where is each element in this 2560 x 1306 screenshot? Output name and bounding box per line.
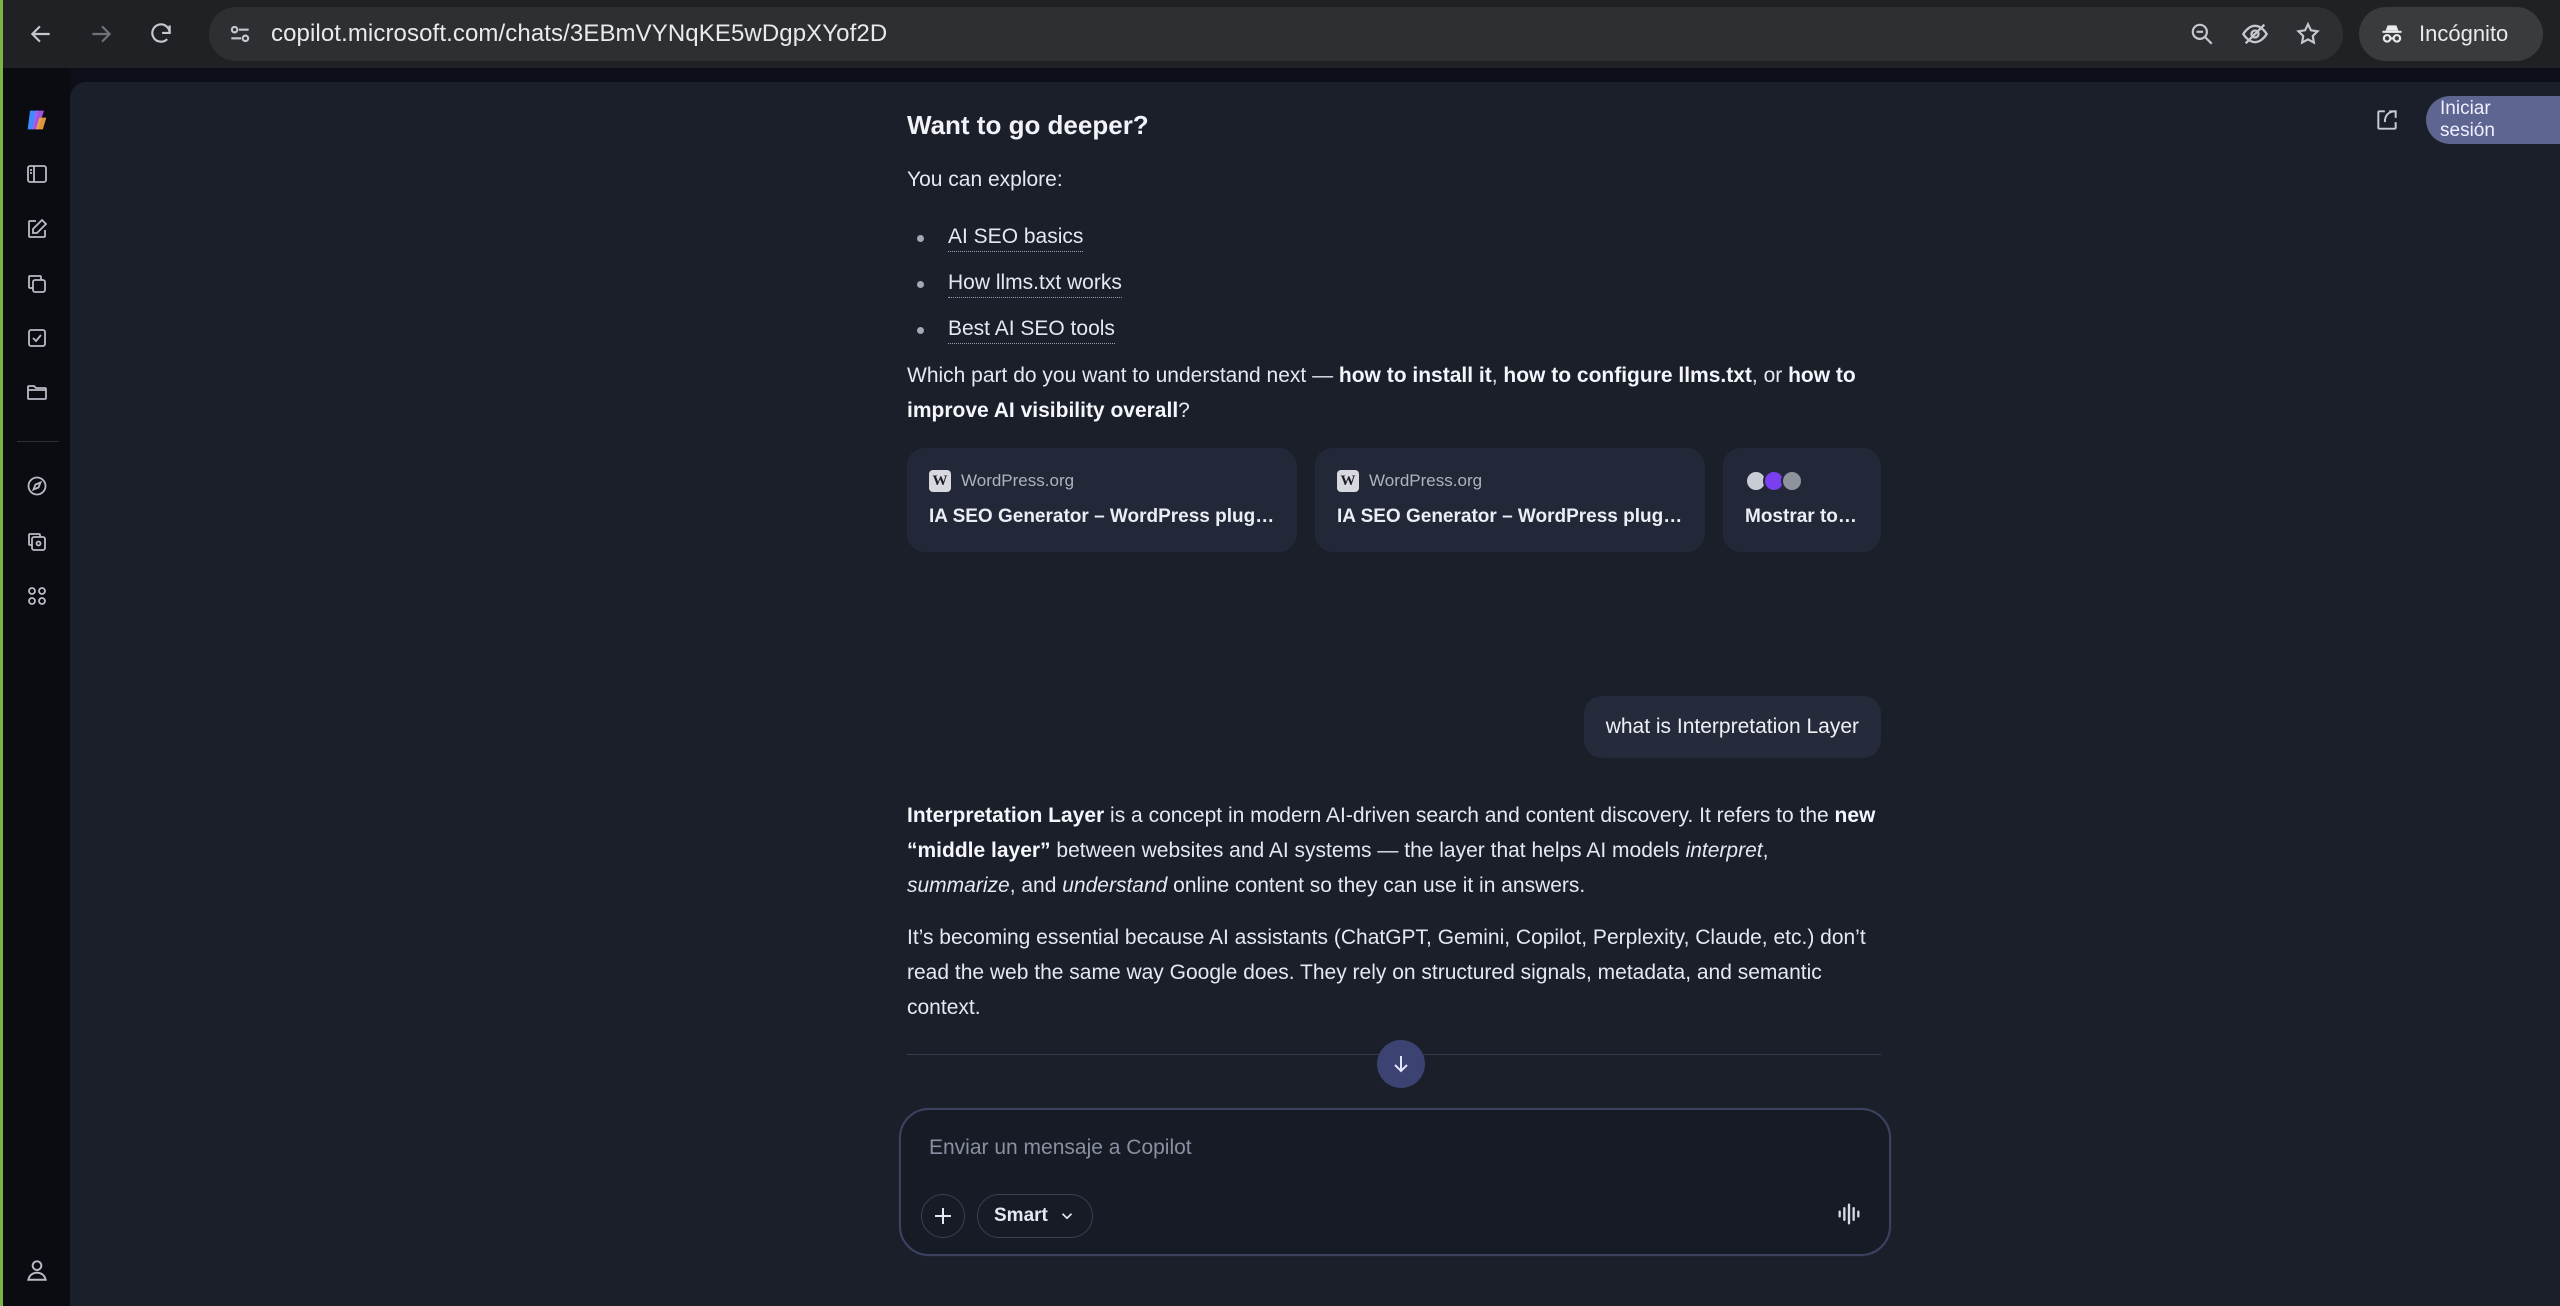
- forward-button[interactable]: [79, 12, 123, 56]
- voice-button[interactable]: [1835, 1200, 1863, 1228]
- left-rail: [0, 68, 70, 1306]
- text-run: , and: [1009, 874, 1063, 897]
- topic-link[interactable]: Best AI SEO tools: [948, 317, 1115, 344]
- show-all-label: Mostrar todo: [1745, 506, 1859, 527]
- italic-run: understand: [1062, 874, 1168, 897]
- favicon-stack: [1745, 470, 1859, 492]
- text-run: is a concept in modern AI-driven search …: [1104, 804, 1835, 827]
- bullet-dot: [917, 234, 924, 242]
- discover-icon[interactable]: [21, 470, 53, 502]
- list-item: Best AI SEO tools: [907, 307, 1881, 353]
- source-card[interactable]: W WordPress.org IA SEO Generator – WordP…: [907, 448, 1297, 552]
- back-button[interactable]: [19, 12, 63, 56]
- image-create-icon[interactable]: [21, 526, 53, 558]
- text-run: Which part do you want to understand nex…: [907, 364, 1339, 387]
- answer-paragraph: It’s becoming essential because AI assis…: [907, 926, 1866, 1019]
- message-composer: Smart: [899, 1108, 1891, 1256]
- list-item: AI SEO basics: [907, 215, 1881, 261]
- source-name: WordPress.org: [1369, 471, 1483, 490]
- globe-icon: [1781, 470, 1803, 492]
- tracking-protection-icon[interactable]: [2241, 20, 2269, 48]
- conversation-area: Iniciar sesión Want to go deeper? You ca…: [70, 82, 2560, 1306]
- reload-icon: [151, 23, 171, 43]
- italic-run: summarize: [907, 874, 1010, 897]
- user-message: what is Interpretation Layer: [1583, 696, 1881, 758]
- copilot-logo-icon[interactable]: [21, 104, 53, 136]
- bold-run: how to configure llms.txt: [1503, 364, 1752, 387]
- bold-run: Interpretation Layer: [907, 804, 1105, 827]
- site-info-icon[interactable]: [227, 21, 253, 47]
- source-meta: W WordPress.org: [1337, 470, 1683, 492]
- login-button[interactable]: Iniciar sesión: [2426, 96, 2560, 144]
- italic-run: interpret: [1685, 839, 1763, 862]
- list-item: How llms.txt works: [907, 261, 1881, 307]
- message-input[interactable]: [927, 1130, 1827, 1166]
- library-icon[interactable]: [21, 268, 53, 300]
- source-card[interactable]: W WordPress.org IA SEO Generator – WordP…: [1315, 448, 1705, 552]
- bookmark-star-icon[interactable]: [2295, 21, 2321, 47]
- mode-selector[interactable]: Smart: [977, 1194, 1093, 1238]
- text-run: ?: [1178, 399, 1190, 422]
- chevron-down-icon: [1061, 1213, 1072, 1220]
- follow-up-question: Which part do you want to understand nex…: [907, 358, 1881, 428]
- text-run: ,: [1491, 364, 1504, 387]
- section-heading: Want to go deeper?: [907, 110, 1149, 140]
- bullet-dot: [917, 280, 924, 288]
- text-run: , or: [1751, 364, 1789, 387]
- show-all-sources-card[interactable]: Mostrar todo: [1723, 448, 1881, 552]
- tasks-icon[interactable]: [21, 322, 53, 354]
- address-bar[interactable]: copilot.microsoft.com/chats/3EBmVYNqKE5w…: [209, 7, 2343, 61]
- topic-link[interactable]: AI SEO basics: [948, 225, 1084, 252]
- source-name: WordPress.org: [961, 471, 1075, 490]
- answer-paragraph: Interpretation Layer is a concept in mod…: [907, 798, 1881, 903]
- source-title: IA SEO Generator – WordPress plugi...: [1337, 506, 1683, 527]
- arrow-right-icon: [92, 25, 112, 43]
- share-icon[interactable]: [2374, 107, 2400, 133]
- incognito-badge[interactable]: Incógnito: [2359, 7, 2543, 61]
- plus-icon: [935, 1208, 951, 1224]
- mode-label: Smart: [994, 1205, 1048, 1226]
- explore-list: AI SEO basics How llms.txt works Best AI…: [907, 215, 1881, 353]
- account-icon[interactable]: [21, 1254, 53, 1286]
- rail-divider: [17, 441, 59, 442]
- source-meta: W WordPress.org: [929, 470, 1275, 492]
- explore-intro: You can explore:: [907, 168, 1063, 191]
- wordpress-logo-icon: W: [929, 470, 951, 492]
- voice-waveform-icon: [1838, 1203, 1860, 1225]
- folder-icon[interactable]: [21, 376, 53, 408]
- bullet-dot: [917, 326, 924, 334]
- sidebar-toggle-icon[interactable]: [21, 158, 53, 190]
- zoom-icon[interactable]: [2189, 21, 2215, 47]
- scroll-to-bottom-button[interactable]: [1377, 1040, 1425, 1088]
- reload-button[interactable]: [139, 12, 183, 56]
- apps-icon[interactable]: [21, 580, 53, 612]
- top-actions: Iniciar sesión: [2374, 96, 2560, 144]
- wordpress-logo-icon: W: [1337, 470, 1359, 492]
- new-chat-icon[interactable]: [21, 213, 53, 245]
- url-text: copilot.microsoft.com/chats/3EBmVYNqKE5w…: [271, 20, 888, 47]
- add-attachment-button[interactable]: [921, 1194, 965, 1238]
- source-title: IA SEO Generator – WordPress plugi...: [929, 506, 1275, 527]
- text-run: online content so they can use it in ans…: [1167, 874, 1586, 897]
- topic-link[interactable]: How llms.txt works: [948, 271, 1122, 298]
- incognito-label: Incógnito: [2419, 21, 2509, 46]
- browser-toolbar: copilot.microsoft.com/chats/3EBmVYNqKE5w…: [0, 0, 2560, 68]
- source-cards: W WordPress.org IA SEO Generator – WordP…: [907, 448, 1881, 552]
- copilot-app: Iniciar sesión Want to go deeper? You ca…: [0, 68, 2560, 1306]
- bold-run: how to install it: [1338, 364, 1492, 387]
- text-run: ,: [1762, 839, 1769, 862]
- arrow-left-icon: [30, 25, 50, 43]
- incognito-icon: [2379, 21, 2405, 47]
- arrow-down-icon: [1394, 1056, 1408, 1073]
- text-run: between websites and AI systems — the la…: [1050, 839, 1686, 862]
